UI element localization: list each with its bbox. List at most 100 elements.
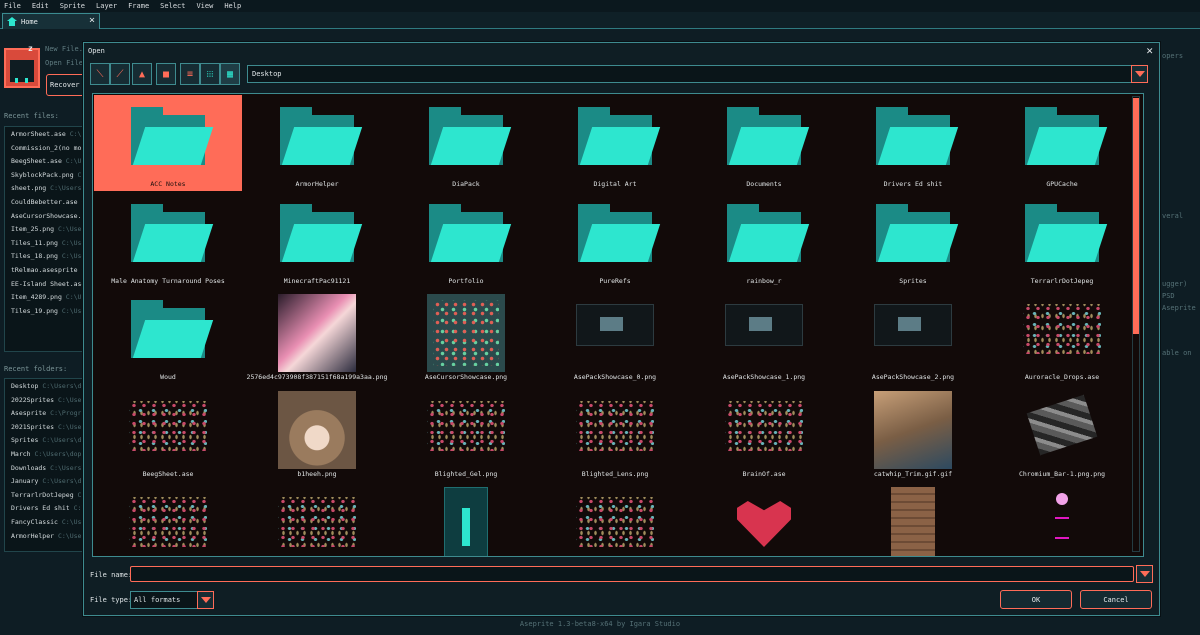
file-item[interactable] (94, 481, 242, 556)
small-icons-view-button[interactable]: ⁞⁞⁞ (200, 63, 220, 85)
recover-files-button[interactable]: Recover F (46, 74, 86, 96)
location-combobox[interactable]: Desktop (247, 65, 1132, 83)
folder-item[interactable]: Documents (690, 95, 838, 191)
recent-file-item[interactable]: BeegSheet.ase C:\Use (11, 157, 83, 171)
file-item[interactable]: Auroracle_Drops.ase (988, 288, 1136, 384)
item-name: TerrarlrDotJepeg (11, 490, 74, 499)
folder-item[interactable]: Woud (94, 288, 242, 384)
new-folder-button[interactable]: ■ (156, 63, 176, 85)
forward-button[interactable]: ⟋ (110, 63, 130, 85)
folder-item[interactable]: MinecraftPac91121 (243, 192, 391, 288)
file-type-select[interactable]: All formats (130, 591, 202, 609)
large-icons-view-button[interactable]: ▦ (220, 63, 240, 85)
recent-file-item[interactable]: Tiles_18.png C:\Users\ (11, 252, 83, 266)
folder-item[interactable]: TerrarlrDotJepeg (988, 192, 1136, 288)
folder-item[interactable]: ACC Notes (94, 95, 242, 191)
recent-file-item[interactable]: SkyblockPack.png C:\Use (11, 171, 83, 185)
folder-icon (876, 203, 959, 262)
folder-item[interactable]: rainbow_r (690, 192, 838, 288)
file-item[interactable]: 2576ed4c973908f387151f68a199a3aa.png (243, 288, 391, 384)
file-item[interactable] (988, 481, 1136, 556)
menubar: File Edit Sprite Layer Frame Select View Help (0, 0, 1200, 12)
recent-folder-item[interactable]: 2021Sprites C:\Users\ (11, 423, 83, 437)
file-item[interactable]: AsePackShowcase_1.png (690, 288, 838, 384)
file-type-dropdown-button[interactable] (197, 591, 214, 609)
folder-item[interactable]: Drivers Ed shit (839, 95, 987, 191)
file-item[interactable]: Blighted_Lens.png (541, 385, 689, 481)
file-item[interactable]: AsePackShowcase_2.png (839, 288, 987, 384)
recent-file-item[interactable]: AseCursorShowcase.png (11, 212, 83, 226)
ok-button[interactable]: OK (1000, 590, 1072, 609)
folder-item[interactable]: Sprites (839, 192, 987, 288)
cancel-button[interactable]: Cancel (1080, 590, 1152, 609)
file-item[interactable] (392, 481, 540, 556)
recent-file-item[interactable]: tRelmao.asesprite C:\Us (11, 266, 83, 280)
go-up-button[interactable]: ▲ (132, 63, 152, 85)
recent-folder-item[interactable]: Desktop C:\Users\dopl (11, 382, 83, 396)
file-name-field[interactable] (130, 566, 1134, 582)
close-tab-icon[interactable]: × (89, 15, 95, 26)
file-item[interactable]: Blighted_Gel.png (392, 385, 540, 481)
file-item[interactable]: b1heeh.png (243, 385, 391, 481)
folder-item[interactable]: DiaPack (392, 95, 540, 191)
recent-file-item[interactable]: Tiles_11.png C:\Users\ (11, 239, 83, 253)
folder-item[interactable]: Portfolio (392, 192, 540, 288)
recent-folder-item[interactable]: Downloads C:\Users\do (11, 464, 83, 478)
close-dialog-icon[interactable]: ✕ (1146, 44, 1153, 57)
menu-frame[interactable]: Frame (128, 2, 149, 10)
file-name-dropdown-button[interactable] (1136, 565, 1153, 583)
file-grid[interactable]: ACC Notes ArmorHelper DiaPack Digital Art Do… (92, 93, 1144, 557)
folder-item[interactable]: Male Anatomy Turnaround Poses (94, 192, 242, 288)
recent-file-item[interactable]: Item_4289.png C:\Use (11, 293, 83, 307)
menu-select[interactable]: Select (160, 2, 185, 10)
recent-file-item[interactable]: Item_25.png C:\Users\ (11, 225, 83, 239)
item-path: C:\Use (65, 157, 83, 166)
menu-layer[interactable]: Layer (96, 2, 117, 10)
file-item[interactable] (690, 481, 838, 556)
menu-edit[interactable]: Edit (32, 2, 49, 10)
item-name: Drivers Ed shit (11, 504, 70, 513)
item-name: ArmorSheet.ase (11, 130, 66, 138)
recent-folder-item[interactable]: ArmorHelper C:\Users\ (11, 532, 83, 546)
recent-file-item[interactable]: EE-Island Sheet.ase (11, 280, 83, 294)
file-thumbnail (576, 400, 654, 451)
recent-folder-item[interactable]: March C:\Users\doph (11, 450, 83, 464)
recent-file-item[interactable]: ArmorSheet.ase C:\Use (11, 130, 83, 144)
file-thumbnail (874, 304, 952, 346)
recent-file-item[interactable]: Tiles_19.png C:\Users\ (11, 307, 83, 321)
file-item[interactable]: AsePackShowcase_0.png (541, 288, 689, 384)
recent-file-item[interactable]: sheet.png C:\Users\d (11, 184, 83, 198)
back-button[interactable]: ⟍ (90, 63, 110, 85)
file-item[interactable] (541, 481, 689, 556)
file-item[interactable]: BrainOf.ase (690, 385, 838, 481)
recent-folder-item[interactable]: FancyClassic C:\Users (11, 518, 83, 532)
recent-folder-item[interactable]: January C:\Users\do (11, 477, 83, 491)
recent-folder-item[interactable]: 2022Sprites C:\Users\ (11, 396, 83, 410)
recent-folder-item[interactable]: Sprites C:\Users\doph (11, 436, 83, 450)
menu-view[interactable]: View (196, 2, 213, 10)
file-item[interactable]: catwhip_Trim.gif.gif (839, 385, 987, 481)
menu-file[interactable]: File (4, 2, 21, 10)
file-item[interactable] (839, 481, 987, 556)
large-icons-view-icon: ▦ (226, 68, 234, 80)
recent-file-item[interactable]: Commission_2(no more (11, 144, 83, 158)
folder-item[interactable]: ArmorHelper (243, 95, 391, 191)
recent-folder-item[interactable]: TerrarlrDotJepeg C:\Use (11, 491, 83, 505)
file-item[interactable]: Chromium_Bar-1.png.png (988, 385, 1136, 481)
list-view-button[interactable]: ≡ (180, 63, 200, 85)
tab-home[interactable]: Home × (2, 13, 100, 29)
file-item[interactable]: BeegSheet.ase (94, 385, 242, 481)
folder-item[interactable]: PureRefs (541, 192, 689, 288)
recent-folder-item[interactable]: Asesprite C:\Program F (11, 409, 83, 423)
file-label: Male Anatomy Turnaround Poses (111, 276, 225, 285)
folder-item[interactable]: GPUCache (988, 95, 1136, 191)
scrollbar-thumb[interactable] (1133, 98, 1139, 334)
folder-item[interactable]: Digital Art (541, 95, 689, 191)
location-dropdown-button[interactable] (1131, 65, 1148, 83)
file-item[interactable] (243, 481, 391, 556)
recent-folder-item[interactable]: Drivers Ed shit C:\Use (11, 504, 83, 518)
recent-file-item[interactable]: CouldBebetter.ase C:\Us (11, 198, 83, 212)
file-item[interactable]: AseCursorShowcase.png (392, 288, 540, 384)
menu-sprite[interactable]: Sprite (60, 2, 85, 10)
menu-help[interactable]: Help (224, 2, 241, 10)
